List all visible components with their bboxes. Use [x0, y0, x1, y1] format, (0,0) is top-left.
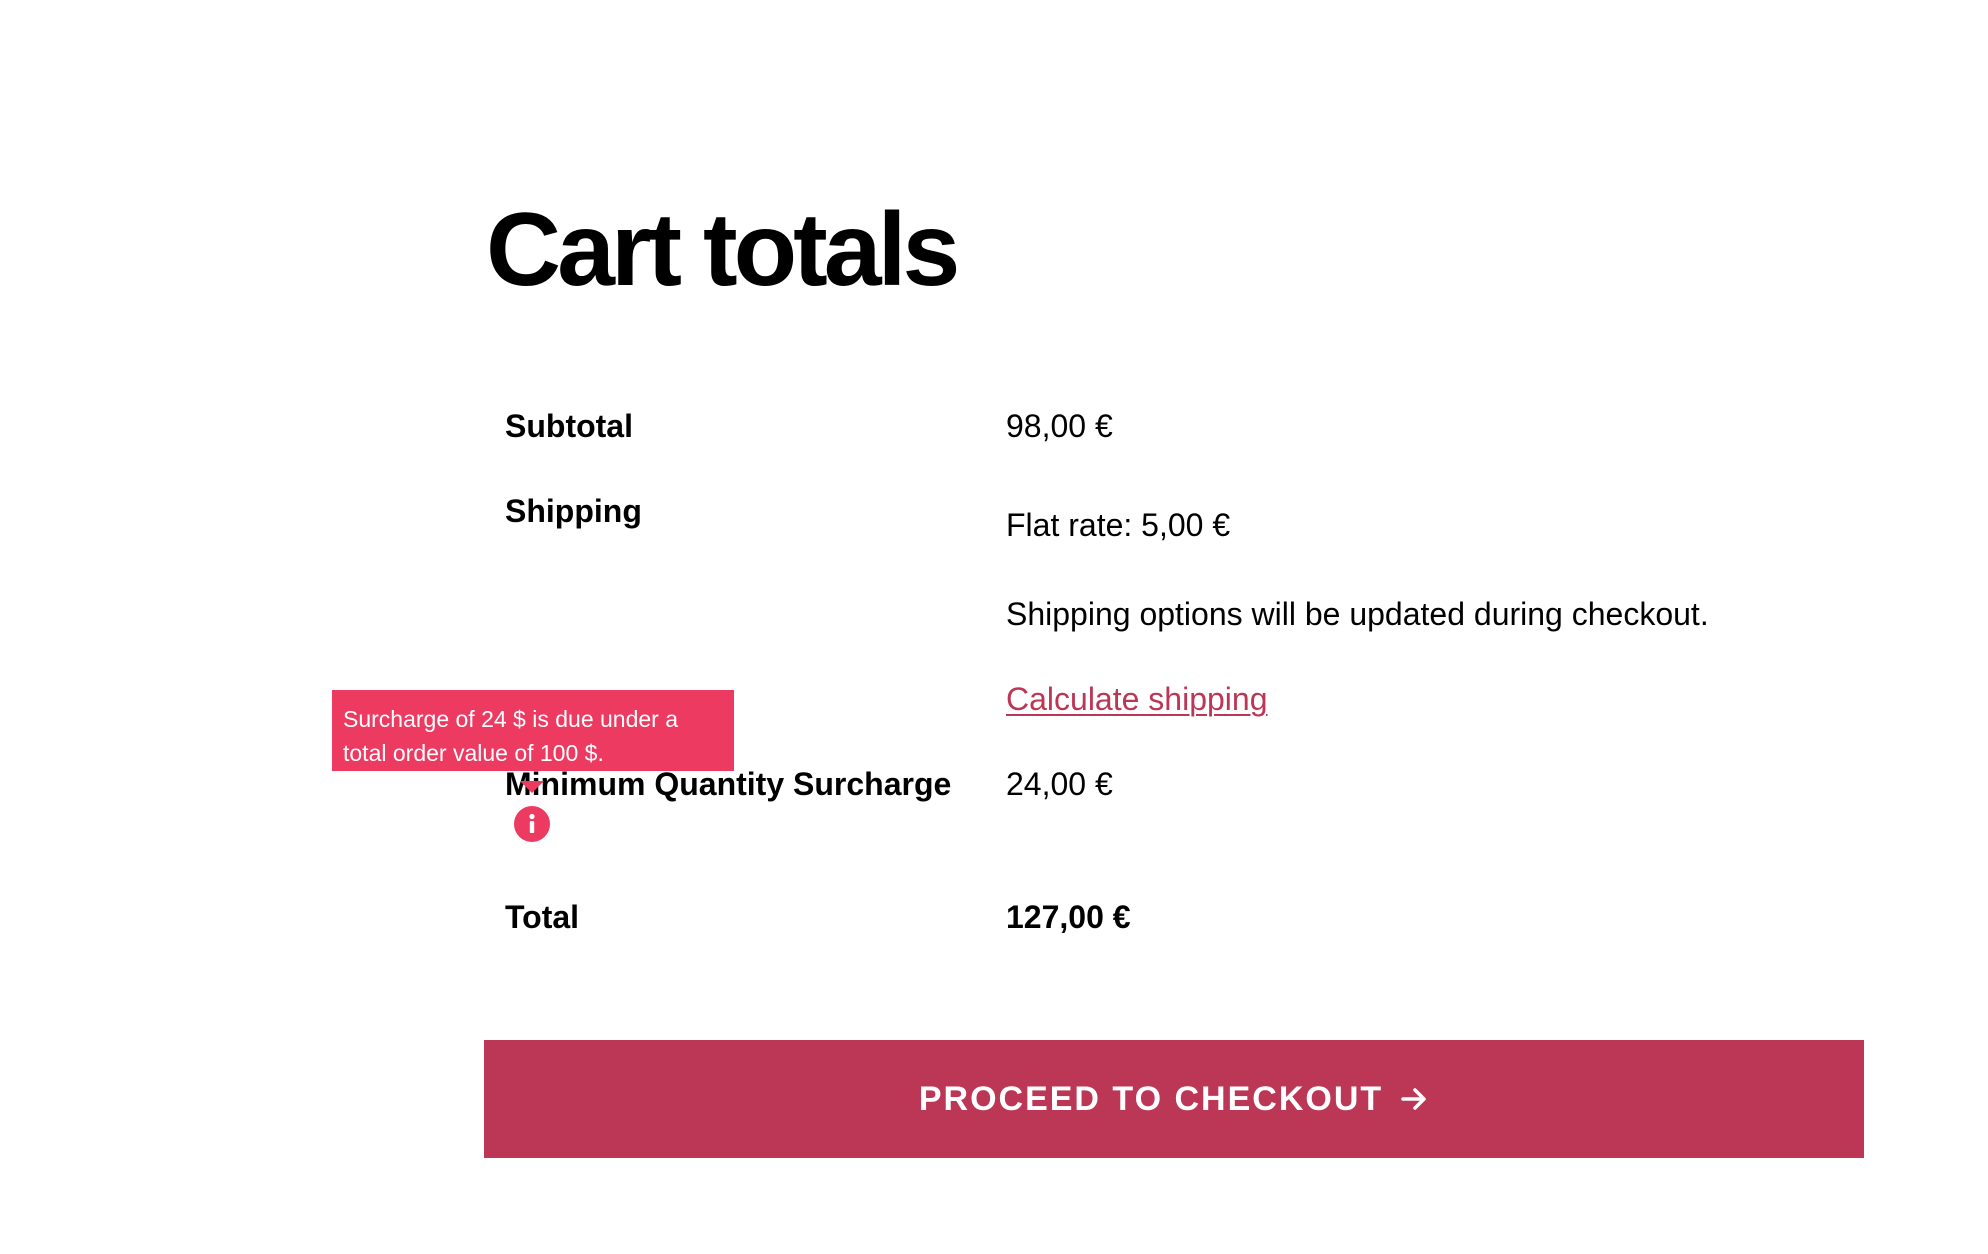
subtotal-value: 98,00 €: [1006, 408, 1113, 444]
subtotal-label: Subtotal: [505, 408, 633, 444]
shipping-method: Flat rate: 5,00 €: [1006, 507, 1231, 543]
proceed-to-checkout-button[interactable]: PROCEED TO CHECKOUT: [484, 1040, 1864, 1158]
surcharge-tooltip: Surcharge of 24 $ is due under a total o…: [332, 690, 734, 771]
info-icon[interactable]: [514, 806, 550, 842]
cart-totals: Cart totals Subtotal 98,00 € Shipping Fl…: [0, 0, 1988, 1254]
arrow-right-icon: [1399, 1084, 1429, 1114]
calculate-shipping-link[interactable]: Calculate shipping: [1006, 679, 1268, 719]
total-value: 127,00 €: [1006, 899, 1131, 935]
page-title: Cart totals: [486, 192, 960, 308]
checkout-button-label: PROCEED TO CHECKOUT: [918, 1079, 1384, 1118]
tooltip-arrow: [520, 781, 544, 793]
total-label: Total: [505, 899, 580, 935]
shipping-note: Shipping options will be updated during …: [1006, 596, 1709, 632]
surcharge-value: 24,00 €: [1006, 766, 1113, 802]
shipping-label: Shipping: [505, 493, 642, 529]
